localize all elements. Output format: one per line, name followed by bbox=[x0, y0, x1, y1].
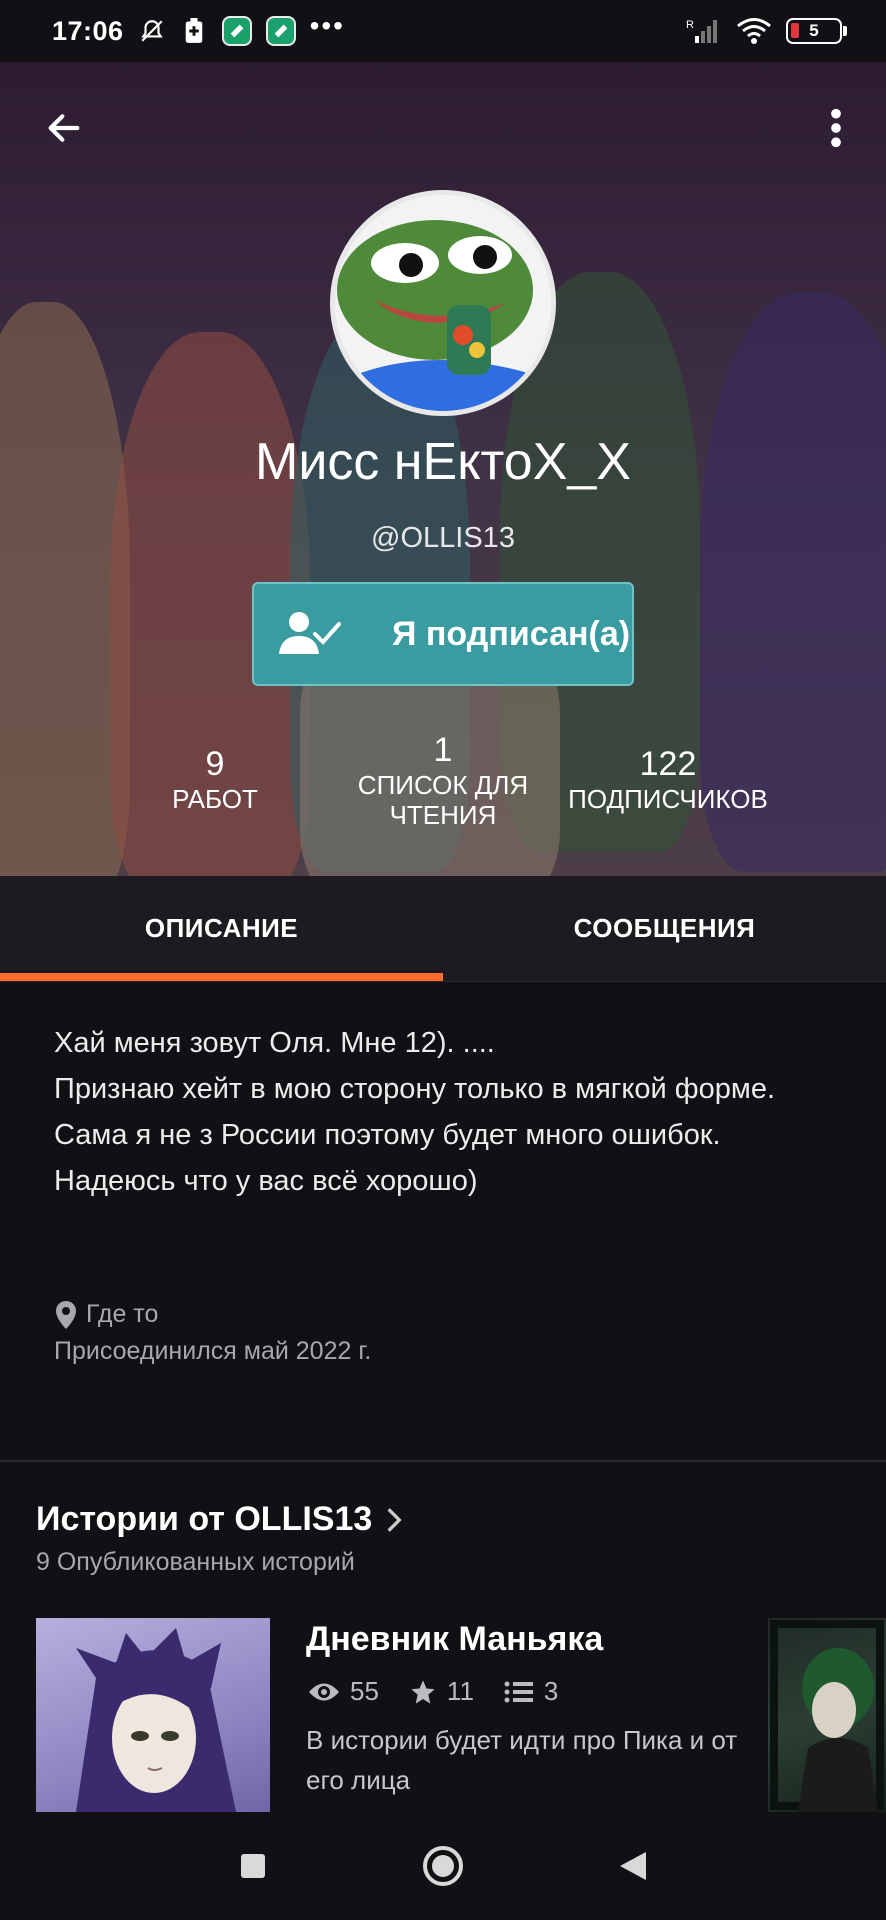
story-votes: 11 bbox=[409, 1676, 474, 1707]
location-pin-icon bbox=[56, 1300, 76, 1329]
profile-tabs: ОПИСАНИЕ СООБЩЕНИЯ bbox=[0, 876, 886, 982]
battery-icon: 5 bbox=[786, 18, 847, 44]
status-bar: 17:06 ••• R 5 bbox=[0, 0, 886, 62]
following-button[interactable]: Я подписан(а) bbox=[252, 582, 634, 686]
story-parts: 3 bbox=[504, 1676, 558, 1707]
wifi-icon bbox=[736, 17, 772, 45]
app-icon bbox=[265, 16, 296, 46]
back-button[interactable] bbox=[38, 102, 90, 154]
arrow-left-icon bbox=[48, 114, 80, 142]
tab-description[interactable]: ОПИСАНИЕ bbox=[0, 876, 443, 981]
stories-section-title: Истории от OLLIS13 bbox=[36, 1500, 373, 1538]
back-nav-button[interactable] bbox=[608, 1841, 658, 1891]
circle-icon bbox=[423, 1846, 463, 1886]
kebab-menu-icon bbox=[831, 108, 841, 148]
stat-works-value: 9 bbox=[205, 745, 225, 783]
story-views-count: 55 bbox=[350, 1676, 379, 1706]
stories-count: 9 Опубликованных историй bbox=[36, 1548, 355, 1576]
status-time: 17:06 bbox=[52, 15, 124, 46]
stat-followers-value: 122 bbox=[639, 745, 697, 783]
eye-icon bbox=[309, 1683, 339, 1700]
stat-reading-lists-value: 1 bbox=[433, 731, 453, 769]
section-divider bbox=[0, 1460, 886, 1462]
frog-avatar-image bbox=[335, 195, 551, 411]
story-cover[interactable] bbox=[768, 1618, 886, 1812]
triangle-back-icon bbox=[620, 1852, 646, 1880]
svg-text:R: R bbox=[686, 19, 694, 31]
battery-saver-icon bbox=[180, 17, 208, 45]
description-line: Сама я не з России поэтому будет много о… bbox=[54, 1119, 721, 1151]
story-cover-image bbox=[76, 1628, 236, 1812]
chevron-right-icon bbox=[387, 1507, 402, 1532]
description-line: Признаю хейт в мою сторону только в мягк… bbox=[54, 1073, 776, 1105]
signal-icon: R bbox=[686, 17, 722, 45]
following-button-label: Я подписан(а) bbox=[392, 614, 631, 653]
story-description: В истории будет идти про Пика и от его л… bbox=[306, 1725, 738, 1795]
square-icon bbox=[241, 1854, 265, 1878]
stat-reading-lists-label: СПИСОК ДЛЯ ЧТЕНИЯ bbox=[357, 770, 529, 830]
profile-header: Мисс нЕктоX_X @OLLIS13 Я подписан(а) 9 Р… bbox=[0, 62, 886, 876]
stories-section-header[interactable]: Истории от OLLIS13 bbox=[36, 1500, 402, 1539]
more-options-button[interactable] bbox=[810, 102, 862, 154]
story-cover-image bbox=[770, 1620, 884, 1812]
avatar[interactable] bbox=[330, 190, 556, 416]
story-stats: 55 11 3 bbox=[308, 1676, 588, 1707]
bell-off-icon bbox=[138, 17, 166, 45]
display-name: Мисс нЕктоX_X bbox=[255, 433, 631, 491]
home-button[interactable] bbox=[418, 1841, 468, 1891]
stat-works-label: РАБОТ bbox=[172, 784, 258, 814]
story-parts-count: 3 bbox=[543, 1676, 559, 1706]
stat-followers-label: ПОДПИСЧИКОВ bbox=[568, 784, 768, 814]
stat-followers[interactable]: 122 ПОДПИСЧИКОВ bbox=[560, 744, 776, 814]
story-votes-count: 11 bbox=[446, 1676, 474, 1706]
location-text: Где то bbox=[86, 1300, 159, 1328]
description-line: Надеюсь что у вас всё хорошо) bbox=[54, 1165, 478, 1197]
battery-level: 5 bbox=[809, 21, 819, 40]
story-cover[interactable] bbox=[36, 1618, 270, 1812]
profile-description: Хай меня зовут Оля. Мне 12). .... Призна… bbox=[54, 1020, 844, 1204]
stat-works[interactable]: 9 РАБОТ bbox=[140, 744, 290, 814]
recents-button[interactable] bbox=[228, 1841, 278, 1891]
description-line: Хай меня зовут Оля. Мне 12). .... bbox=[54, 1027, 495, 1059]
username: @OLLIS13 bbox=[371, 522, 515, 554]
profile-meta: Где то Присоединился май 2022 г. bbox=[54, 1296, 371, 1370]
star-icon bbox=[411, 1679, 435, 1704]
list-icon bbox=[504, 1681, 533, 1702]
profile-stats: 9 РАБОТ 1 СПИСОК ДЛЯ ЧТЕНИЯ 122 ПОДПИСЧИ… bbox=[0, 730, 886, 876]
stat-reading-lists[interactable]: 1 СПИСОК ДЛЯ ЧТЕНИЯ bbox=[340, 730, 546, 830]
join-date: Присоединился май 2022 г. bbox=[54, 1337, 372, 1365]
tab-messages[interactable]: СООБЩЕНИЯ bbox=[443, 876, 886, 981]
app-icon bbox=[221, 16, 252, 46]
user-check-icon bbox=[272, 604, 348, 664]
system-nav-bar bbox=[0, 1812, 886, 1920]
story-title[interactable]: Дневник Маньяка bbox=[306, 1620, 603, 1659]
more-dots-icon: ••• bbox=[309, 10, 345, 41]
story-views: 55 bbox=[308, 1676, 379, 1707]
